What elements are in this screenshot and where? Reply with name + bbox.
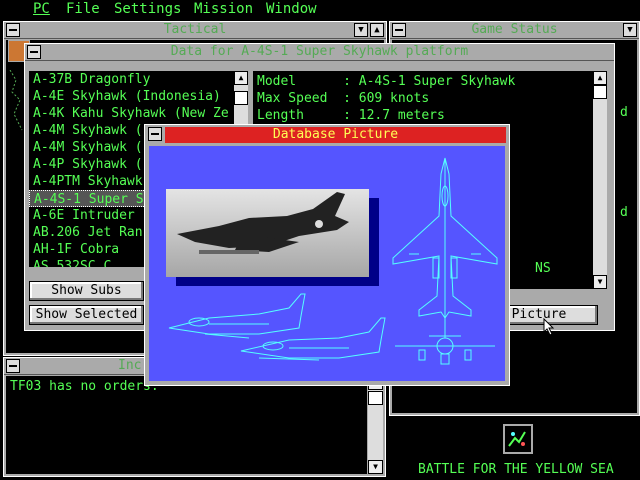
- top-view-wireframe: [392, 157, 498, 319]
- show-subs-button[interactable]: Show Subs: [29, 281, 144, 301]
- incoming-scroll-thumb[interactable]: [368, 391, 383, 405]
- details-scroll-thumb[interactable]: [593, 85, 607, 99]
- incoming-scrollbar[interactable]: ▲ ▼: [368, 376, 383, 474]
- details-scroll-up-button[interactable]: ▲: [593, 71, 607, 85]
- picture-title: Database Picture: [165, 127, 506, 143]
- data-titlebar: Data for A-4S-1 Super Skyhawk platform: [25, 44, 614, 61]
- menu-pc[interactable]: PC: [33, 0, 50, 18]
- platform-list-item[interactable]: A-4E Skyhawk (Indonesia): [29, 88, 234, 105]
- incoming-message-pane: TF03 has no orders.: [6, 376, 367, 474]
- side-view-wireframe: [168, 293, 386, 361]
- front-view-wireframe: [395, 314, 495, 365]
- picture-system-menu-button[interactable]: [148, 127, 162, 141]
- detail-line-length: Length : 12.7 meters: [257, 108, 445, 123]
- scenario-title: BATTLE FOR THE YELLOW SEA: [418, 462, 614, 477]
- game-status-title: Game Status: [471, 22, 558, 37]
- data-title: Data for A-4S-1 Super Skyhawk platform: [170, 44, 469, 59]
- platform-list-item[interactable]: A-37B Dragonfly: [29, 71, 234, 88]
- detail-line-speed: Max Speed : 609 knots: [257, 91, 430, 106]
- detail-line-tail: NS: [535, 261, 551, 276]
- map-icon: [508, 431, 526, 447]
- incoming-message: TF03 has no orders.: [10, 379, 159, 394]
- list-scroll-thumb[interactable]: [234, 91, 248, 105]
- menu-bar: PC File Settings Mission Window: [0, 0, 640, 18]
- menu-file[interactable]: File: [66, 0, 100, 18]
- tactical-title: Tactical: [163, 22, 227, 37]
- platform-list-item[interactable]: A-4K Kahu Skyhawk (New Ze: [29, 105, 234, 122]
- status-edge-text-2: d: [620, 205, 628, 220]
- game-status-titlebar: Game Status ▼: [390, 22, 639, 39]
- tactical-titlebar: Tactical ▼ ▲: [4, 22, 386, 39]
- tactical-maximize-button[interactable]: ▲: [370, 23, 384, 37]
- scenario-icon[interactable]: [503, 424, 533, 454]
- incoming-title: Inc: [118, 358, 142, 373]
- incoming-scroll-down-button[interactable]: ▼: [368, 460, 383, 474]
- game-status-minimize-button[interactable]: ▼: [623, 23, 637, 37]
- show-selected-button[interactable]: Show Selected: [29, 305, 144, 325]
- status-edge-text-1: d: [620, 105, 628, 120]
- incoming-system-menu-button[interactable]: [6, 359, 20, 373]
- details-scrollbar[interactable]: ▲ ▼: [593, 71, 607, 289]
- menu-settings[interactable]: Settings: [114, 0, 181, 18]
- list-scroll-up-button[interactable]: ▲: [234, 71, 248, 85]
- aircraft-picture: [166, 157, 498, 365]
- picture-titlebar: Database Picture: [145, 125, 509, 143]
- database-picture-window: Database Picture: [144, 124, 510, 386]
- menu-window[interactable]: Window: [266, 0, 317, 18]
- detail-line-model: Model : A-4S-1 Super Skyhawk: [257, 74, 516, 89]
- tactical-minimize-button[interactable]: ▼: [354, 23, 368, 37]
- menu-mission[interactable]: Mission: [194, 0, 253, 18]
- picture-canvas: [149, 146, 505, 381]
- mouse-pointer-icon: [543, 318, 555, 336]
- details-scroll-down-button[interactable]: ▼: [593, 275, 607, 289]
